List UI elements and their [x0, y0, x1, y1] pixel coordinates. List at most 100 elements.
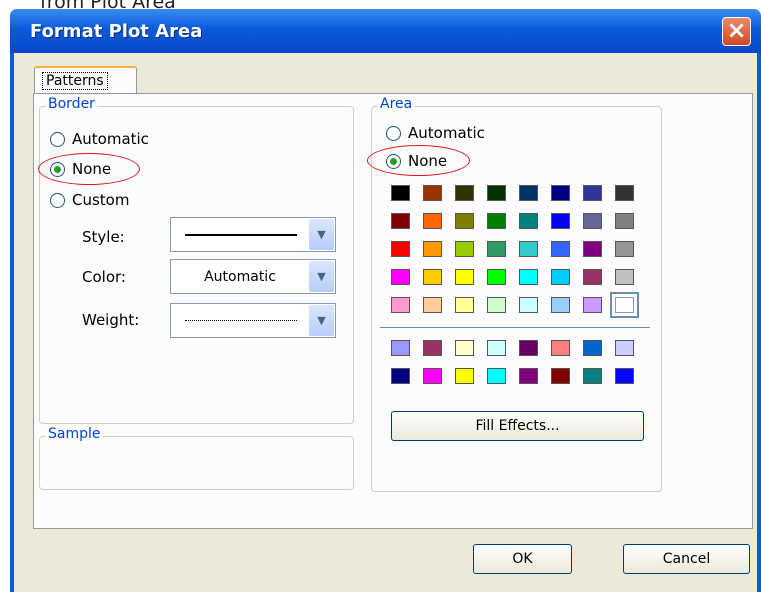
color-swatch[interactable] — [423, 297, 442, 313]
color-swatch[interactable] — [423, 213, 442, 229]
style-preview — [171, 218, 309, 251]
color-swatch[interactable] — [551, 368, 570, 384]
patterns-panel: Border Automatic None Custom Style: ▼ Co… — [33, 93, 753, 529]
format-plot-area-dialog: Format Plot Area × Patterns Border Autom… — [10, 9, 761, 592]
area-group: Area Automatic None Fill Effects... — [367, 96, 662, 492]
color-swatch[interactable] — [519, 185, 538, 201]
color-swatch[interactable] — [583, 340, 602, 356]
radio-circle — [386, 125, 401, 141]
close-button[interactable]: × — [722, 17, 751, 46]
area-automatic-label: Automatic — [408, 124, 485, 142]
tab-patterns[interactable]: Patterns — [34, 66, 137, 94]
cancel-label: Cancel — [662, 551, 711, 567]
color-swatch[interactable] — [455, 269, 474, 285]
color-swatch[interactable] — [423, 241, 442, 257]
color-swatch-selected[interactable] — [610, 292, 639, 318]
palette-separator — [380, 327, 650, 328]
color-swatch[interactable] — [551, 241, 570, 257]
cancel-button[interactable]: Cancel — [623, 544, 750, 574]
ok-label: OK — [512, 551, 533, 567]
color-swatch[interactable] — [615, 241, 634, 257]
color-swatch[interactable] — [455, 340, 474, 356]
weight-dropdown[interactable]: ▼ — [170, 303, 336, 338]
color-swatch[interactable] — [615, 340, 634, 356]
color-swatch[interactable] — [583, 368, 602, 384]
color-swatch[interactable] — [487, 297, 506, 313]
color-swatch[interactable] — [551, 297, 570, 313]
border-group: Border Automatic None Custom Style: ▼ Co… — [38, 96, 354, 424]
color-swatch[interactable] — [391, 185, 410, 201]
color-swatch[interactable] — [519, 297, 538, 313]
color-swatch[interactable] — [487, 213, 506, 229]
color-swatch[interactable] — [487, 340, 506, 356]
color-swatch[interactable] — [455, 368, 474, 384]
color-dropdown[interactable]: Automatic ▼ — [170, 259, 336, 294]
color-swatch[interactable] — [551, 340, 570, 356]
color-swatch[interactable] — [615, 213, 634, 229]
border-custom-radio[interactable]: Custom — [50, 191, 129, 209]
border-automatic-label: Automatic — [72, 130, 149, 148]
color-swatch[interactable] — [487, 185, 506, 201]
chevron-down-icon[interactable]: ▼ — [309, 261, 334, 292]
weight-label: Weight: — [82, 311, 140, 329]
color-swatch[interactable] — [423, 185, 442, 201]
color-swatch[interactable] — [455, 297, 474, 313]
color-swatch[interactable] — [583, 185, 602, 201]
red-highlight-ellipse — [38, 153, 140, 185]
color-swatch[interactable] — [455, 185, 474, 201]
color-value: Automatic — [204, 268, 276, 285]
color-swatch[interactable] — [487, 241, 506, 257]
ok-button[interactable]: OK — [473, 544, 572, 574]
close-icon: × — [726, 16, 747, 44]
color-swatch[interactable] — [551, 269, 570, 285]
color-swatch[interactable] — [455, 213, 474, 229]
sample-legend: Sample — [46, 426, 103, 442]
color-swatch[interactable] — [391, 213, 410, 229]
style-label: Style: — [82, 228, 125, 246]
color-swatch[interactable] — [583, 297, 602, 313]
dialog-title: Format Plot Area — [30, 21, 203, 42]
color-swatch[interactable] — [551, 185, 570, 201]
color-swatch[interactable] — [391, 241, 410, 257]
radio-circle — [50, 131, 65, 147]
color-swatch[interactable] — [583, 241, 602, 257]
color-swatch[interactable] — [487, 368, 506, 384]
color-swatch[interactable] — [391, 340, 410, 356]
color-swatch[interactable] — [583, 213, 602, 229]
dialog-body: Patterns Border Automatic None Custom St… — [10, 53, 761, 592]
area-automatic-radio[interactable]: Automatic — [386, 124, 485, 142]
color-swatch[interactable] — [615, 368, 634, 384]
red-highlight-ellipse — [367, 145, 470, 176]
radio-circle — [50, 192, 65, 208]
color-swatch[interactable] — [423, 368, 442, 384]
border-automatic-radio[interactable]: Automatic — [50, 130, 149, 148]
title-bar[interactable]: Format Plot Area × — [10, 9, 761, 53]
color-swatch[interactable] — [583, 269, 602, 285]
sample-group: Sample — [39, 426, 354, 490]
fill-effects-button[interactable]: Fill Effects... — [391, 411, 644, 441]
tab-patterns-label: Patterns — [42, 72, 108, 90]
fill-effects-label: Fill Effects... — [475, 418, 560, 434]
color-swatch[interactable] — [519, 269, 538, 285]
color-swatch[interactable] — [423, 340, 442, 356]
color-swatch[interactable] — [487, 269, 506, 285]
color-swatch[interactable] — [391, 269, 410, 285]
color-swatch[interactable] — [519, 368, 538, 384]
hairline-preview — [185, 320, 297, 321]
color-swatch[interactable] — [551, 213, 570, 229]
color-swatch[interactable] — [519, 241, 538, 257]
color-swatch[interactable] — [615, 185, 634, 201]
solid-line-preview — [185, 234, 297, 236]
color-swatch[interactable] — [391, 297, 410, 313]
color-swatch[interactable] — [391, 368, 410, 384]
chevron-down-icon[interactable]: ▼ — [309, 305, 334, 336]
color-swatch[interactable] — [615, 269, 634, 285]
color-swatch[interactable] — [455, 241, 474, 257]
chevron-down-icon[interactable]: ▼ — [309, 219, 334, 250]
color-label: Color: — [82, 268, 126, 286]
weight-preview — [171, 304, 309, 337]
color-swatch[interactable] — [423, 269, 442, 285]
color-swatch[interactable] — [519, 340, 538, 356]
style-dropdown[interactable]: ▼ — [170, 217, 336, 252]
color-swatch[interactable] — [519, 213, 538, 229]
